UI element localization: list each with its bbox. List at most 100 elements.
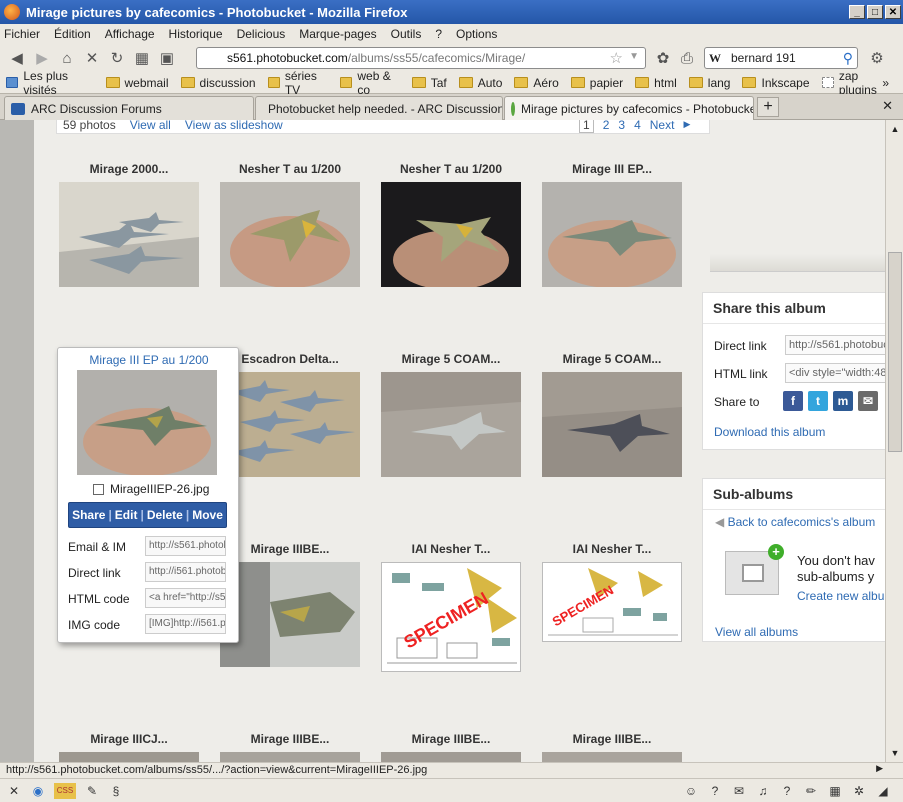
new-tab-button[interactable]: + (757, 97, 779, 117)
scrollbar-thumb[interactable] (888, 252, 902, 452)
page-3[interactable]: 3 (618, 120, 625, 132)
photo-title[interactable]: Mirage III EP... (537, 162, 687, 176)
img-code-field[interactable]: [IMG]http://i561.p (145, 614, 226, 634)
scroll-right-icon[interactable]: ▶ (876, 763, 883, 774)
tab-arc-forums[interactable]: ARC Discussion Forums (4, 96, 254, 120)
popup-photo[interactable] (77, 370, 217, 475)
mail-icon[interactable]: ✉ (731, 783, 747, 799)
resize-grip-icon[interactable]: ◢ (875, 783, 891, 799)
bookmark-folder[interactable]: html (635, 76, 677, 90)
photo-thumbnail[interactable] (542, 752, 682, 762)
html-code-field[interactable]: <a href="http://s5 (145, 588, 226, 608)
photo-thumbnail[interactable] (542, 372, 682, 477)
photo-title[interactable]: IAI Nesher T... (376, 542, 526, 556)
print-icon[interactable]: ⎙ (676, 47, 698, 69)
menu-delicious[interactable]: Delicious (237, 27, 286, 41)
bookmark-folder[interactable]: Taf (411, 76, 447, 90)
photo-title[interactable]: IAI Nesher T... (537, 542, 687, 556)
css-icon[interactable]: CSS (54, 782, 76, 799)
photo-title[interactable]: Mirage IIIBE... (376, 732, 526, 746)
photo-title[interactable]: Mirage IIIBE... (215, 732, 365, 746)
menu-edition[interactable]: Édition (54, 27, 91, 41)
menu-marque-pages[interactable]: Marque-pages (299, 27, 376, 41)
star-icon[interactable]: ☆ (610, 49, 623, 67)
search-icon[interactable]: ⚲ (843, 50, 853, 67)
menu-help[interactable]: ? (435, 27, 442, 41)
photo-title[interactable]: Nesher T au 1/200 (215, 162, 365, 176)
url-bar[interactable]: s561.photobucket.com/albums/ss55/cafecom… (196, 47, 646, 69)
close-tab-icon[interactable]: ✕ (882, 98, 893, 114)
tab-mirage-pictures[interactable]: Mirage pictures by cafecomics - Photobuc… (504, 96, 754, 120)
photo-thumbnail[interactable] (59, 752, 199, 762)
direct-link-field[interactable]: http://i561.photob (145, 562, 226, 582)
email-im-field[interactable]: http://s561.photob (145, 536, 226, 556)
select-checkbox[interactable] (93, 483, 104, 495)
bookmarks-overflow-icon[interactable]: » (882, 76, 889, 90)
photo-thumbnail[interactable]: SPECIMEN (381, 562, 521, 672)
delete-button[interactable]: Delete (144, 508, 186, 522)
page-2[interactable]: 2 (603, 120, 610, 132)
menu-outils[interactable]: Outils (391, 27, 422, 41)
forward-icon[interactable]: ▶ (31, 47, 53, 69)
page-4[interactable]: 4 (634, 120, 641, 132)
photo-thumbnail[interactable] (220, 372, 360, 477)
gear-icon[interactable]: ✲ (851, 783, 867, 799)
user-icon[interactable]: ☺ (683, 783, 699, 799)
grid-icon[interactable]: ▦ (827, 783, 843, 799)
bookmark-folder[interactable]: Inkscape (742, 76, 810, 90)
move-button[interactable]: Move (189, 508, 226, 522)
photo-thumbnail[interactable] (220, 182, 360, 287)
stop-icon[interactable]: ✕ (81, 47, 103, 69)
menu-historique[interactable]: Historique (169, 27, 223, 41)
twitter-icon[interactable]: t (808, 391, 828, 411)
bookmark-folder[interactable]: Auto (458, 76, 502, 90)
bell-icon[interactable]: ♫ (755, 783, 771, 799)
photo-title[interactable]: Mirage 2000... (54, 162, 204, 176)
photo-title[interactable]: Mirage IIICJ... (54, 732, 204, 746)
photo-thumbnail[interactable] (542, 182, 682, 287)
chevron-down-icon[interactable]: ▼ (629, 51, 639, 62)
email-icon[interactable]: ✉ (858, 391, 878, 411)
download-album-link[interactable]: Download this album (714, 425, 825, 439)
menu-options[interactable]: Options (456, 27, 497, 41)
globe-icon[interactable]: ◉ (30, 783, 46, 799)
bookmark-folder[interactable]: web & co (340, 69, 400, 97)
edit-button[interactable]: Edit (112, 508, 141, 522)
bookmark-folder[interactable]: Aéro (514, 76, 559, 90)
search-input[interactable]: W bernard 191 ⚲ (704, 47, 858, 69)
photo-title[interactable]: Mirage 5 COAM... (376, 352, 526, 366)
help-icon[interactable]: ? (707, 783, 723, 799)
scroll-up-icon[interactable]: ▲ (888, 122, 902, 136)
bookmark-folder[interactable]: papier (570, 76, 623, 90)
reload-icon[interactable]: ↻ (106, 47, 128, 69)
menu-affichage[interactable]: Affichage (105, 27, 155, 41)
view-all-link[interactable]: View all (130, 120, 171, 132)
html-link-field[interactable]: <div style="width:48 (785, 363, 885, 383)
page-1[interactable]: 1 (579, 120, 594, 133)
create-album-link[interactable]: Create new albu (797, 589, 884, 603)
add-icon[interactable]: + (768, 544, 784, 560)
facebook-icon[interactable]: f (783, 391, 803, 411)
close-addon-bar-icon[interactable]: ✕ (6, 783, 22, 799)
search-engine-icon[interactable]: W (709, 51, 721, 66)
photo-thumbnail[interactable] (381, 752, 521, 762)
maximize-button[interactable]: □ (867, 5, 883, 19)
bookmark-folder[interactable]: lang (688, 76, 730, 90)
photo-title[interactable]: Mirage 5 COAM... (537, 352, 687, 366)
back-icon[interactable]: ◀ (6, 47, 28, 69)
photo-thumbnail[interactable] (381, 182, 521, 287)
addon-icon[interactable]: ✿ (652, 47, 674, 69)
menu-fichier[interactable]: Fichier (4, 27, 40, 41)
tab-photobucket-help[interactable]: Photobucket help needed. - ARC Discussio… (255, 96, 503, 120)
eyedropper-icon[interactable]: ✎ (84, 783, 100, 799)
toolbar-icon[interactable]: ▦ (131, 47, 153, 69)
photo-thumbnail[interactable] (381, 372, 521, 477)
photo-thumbnail[interactable]: SPECIMEN (542, 562, 682, 642)
direct-link-field[interactable]: http://s561.photobuc (785, 335, 885, 355)
minimize-button[interactable]: _ (849, 5, 865, 19)
scroll-down-icon[interactable]: ▼ (888, 746, 902, 760)
home-icon[interactable]: ⌂ (56, 47, 78, 69)
photo-thumbnail[interactable] (59, 182, 199, 287)
photo-thumbnail[interactable] (220, 562, 360, 667)
vertical-scrollbar[interactable]: ▲ ▼ (885, 120, 903, 762)
